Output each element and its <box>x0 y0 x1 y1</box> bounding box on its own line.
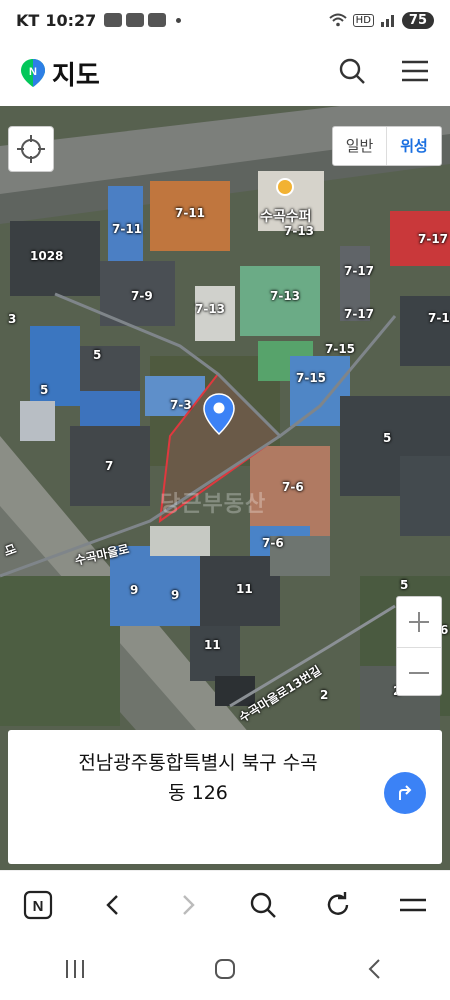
search-icon[interactable] <box>241 883 285 927</box>
talk-notification-icon <box>104 13 123 27</box>
refresh-icon[interactable] <box>316 883 360 927</box>
address-info-card[interactable]: 전남광주통합특별시 북구 수곡 동 126 <box>8 730 442 864</box>
signal-icon <box>380 15 394 27</box>
carrier-label: KT <box>16 10 40 30</box>
parcel-label: 5 <box>383 431 392 445</box>
battery-indicator: 75 <box>401 11 434 29</box>
youtube-notification-icon <box>126 13 145 27</box>
zoom-out-button[interactable] <box>397 647 441 697</box>
poi-marker[interactable] <box>276 178 294 196</box>
parcel-label: 7-3 <box>170 398 192 412</box>
map-type-normal-button[interactable]: 일반 <box>333 127 387 165</box>
parcel-label: 9 <box>171 588 180 602</box>
forward-icon[interactable] <box>166 883 210 927</box>
wifi-icon <box>329 13 347 27</box>
pay-notification-icon <box>148 13 167 27</box>
parcel-label: 7-17 <box>344 264 375 278</box>
app-header: N 지도 <box>0 40 450 106</box>
parcel-label: 7-17 <box>418 232 449 246</box>
crosshair-icon <box>17 135 45 163</box>
menu-icon[interactable] <box>391 883 435 927</box>
menu-icon[interactable] <box>400 58 430 88</box>
status-indicators: HD 75 <box>329 11 434 29</box>
parcel-label: 1028 <box>30 249 64 263</box>
poi-label[interactable]: 수곡수퍼 <box>260 206 312 226</box>
parcel-label: 7-13 <box>270 289 301 303</box>
app-title: 지도 <box>52 60 100 91</box>
map-type-satellite-button[interactable]: 위성 <box>387 127 441 165</box>
parcel-label: 7-17 <box>428 311 450 325</box>
parcel-label: 7-11 <box>175 206 206 220</box>
parcel-label: 7-15 <box>325 342 356 356</box>
browser-toolbar: N <box>0 870 450 938</box>
parcel-label: 5 <box>400 578 409 592</box>
more-notifications-icon <box>176 17 182 23</box>
status-bar: KT 10:27 HD 75 <box>0 0 450 40</box>
search-icon[interactable] <box>338 57 366 89</box>
map-copyright: © NAVER Corp. / 국토교통부 · 항공사진 <box>12 853 174 863</box>
parcel-label: 9 <box>130 583 139 597</box>
address-line-1: 전남광주통합특별시 북구 수곡 <box>78 752 318 774</box>
satellite-map[interactable]: 당근부동산 7-11 7-11 7-13 1028 7-9 7-13 7-17 … <box>0 106 450 870</box>
back-icon[interactable] <box>91 883 135 927</box>
parcel-label: 7-6 <box>262 536 284 550</box>
parcel-label: 7-15 <box>296 371 327 385</box>
system-navigation-bar <box>0 938 450 1000</box>
parcel-label: 3 <box>8 312 17 326</box>
svg-text:N: N <box>32 898 43 915</box>
naver-map-logo-icon: N <box>20 58 46 88</box>
parcel-label: 5 <box>93 348 102 362</box>
address-line-2: 동 126 <box>168 782 228 804</box>
zoom-in-button[interactable] <box>397 597 441 647</box>
address-text: 전남광주통합특별시 북구 수곡 동 126 <box>28 748 368 808</box>
back-icon[interactable] <box>353 947 397 991</box>
clock: 10:27 <box>45 10 97 30</box>
svg-text:N: N <box>29 66 37 78</box>
parcel-label: 5 <box>40 383 49 397</box>
map-type-toggle: 일반 위성 <box>332 126 442 166</box>
recent-apps-icon[interactable] <box>53 947 97 991</box>
naver-home-icon[interactable]: N <box>16 883 60 927</box>
plus-icon <box>409 612 429 632</box>
minus-icon <box>409 671 429 674</box>
parcel-label: 7-6 <box>282 480 304 494</box>
network-type: HD <box>352 13 374 27</box>
parcel-label: 7-13 <box>195 302 226 316</box>
parcel-label: 11 <box>236 582 253 596</box>
parcel-label: 7-17 <box>344 307 375 321</box>
directions-button[interactable] <box>384 772 426 814</box>
parcel-label: 7-11 <box>112 222 143 236</box>
parcel-label: 7-9 <box>131 289 153 303</box>
parcel-label: 7 <box>105 459 114 473</box>
location-pin-icon[interactable] <box>202 392 236 436</box>
zoom-control <box>396 596 442 696</box>
parcel-label: 2 <box>320 688 329 702</box>
home-icon[interactable] <box>203 947 247 991</box>
parcel-label: 11 <box>204 638 221 652</box>
watermark: 당근부동산 <box>160 492 267 517</box>
directions-icon <box>399 785 412 800</box>
current-location-button[interactable] <box>8 126 54 172</box>
parcel-label: 7-13 <box>284 224 315 238</box>
